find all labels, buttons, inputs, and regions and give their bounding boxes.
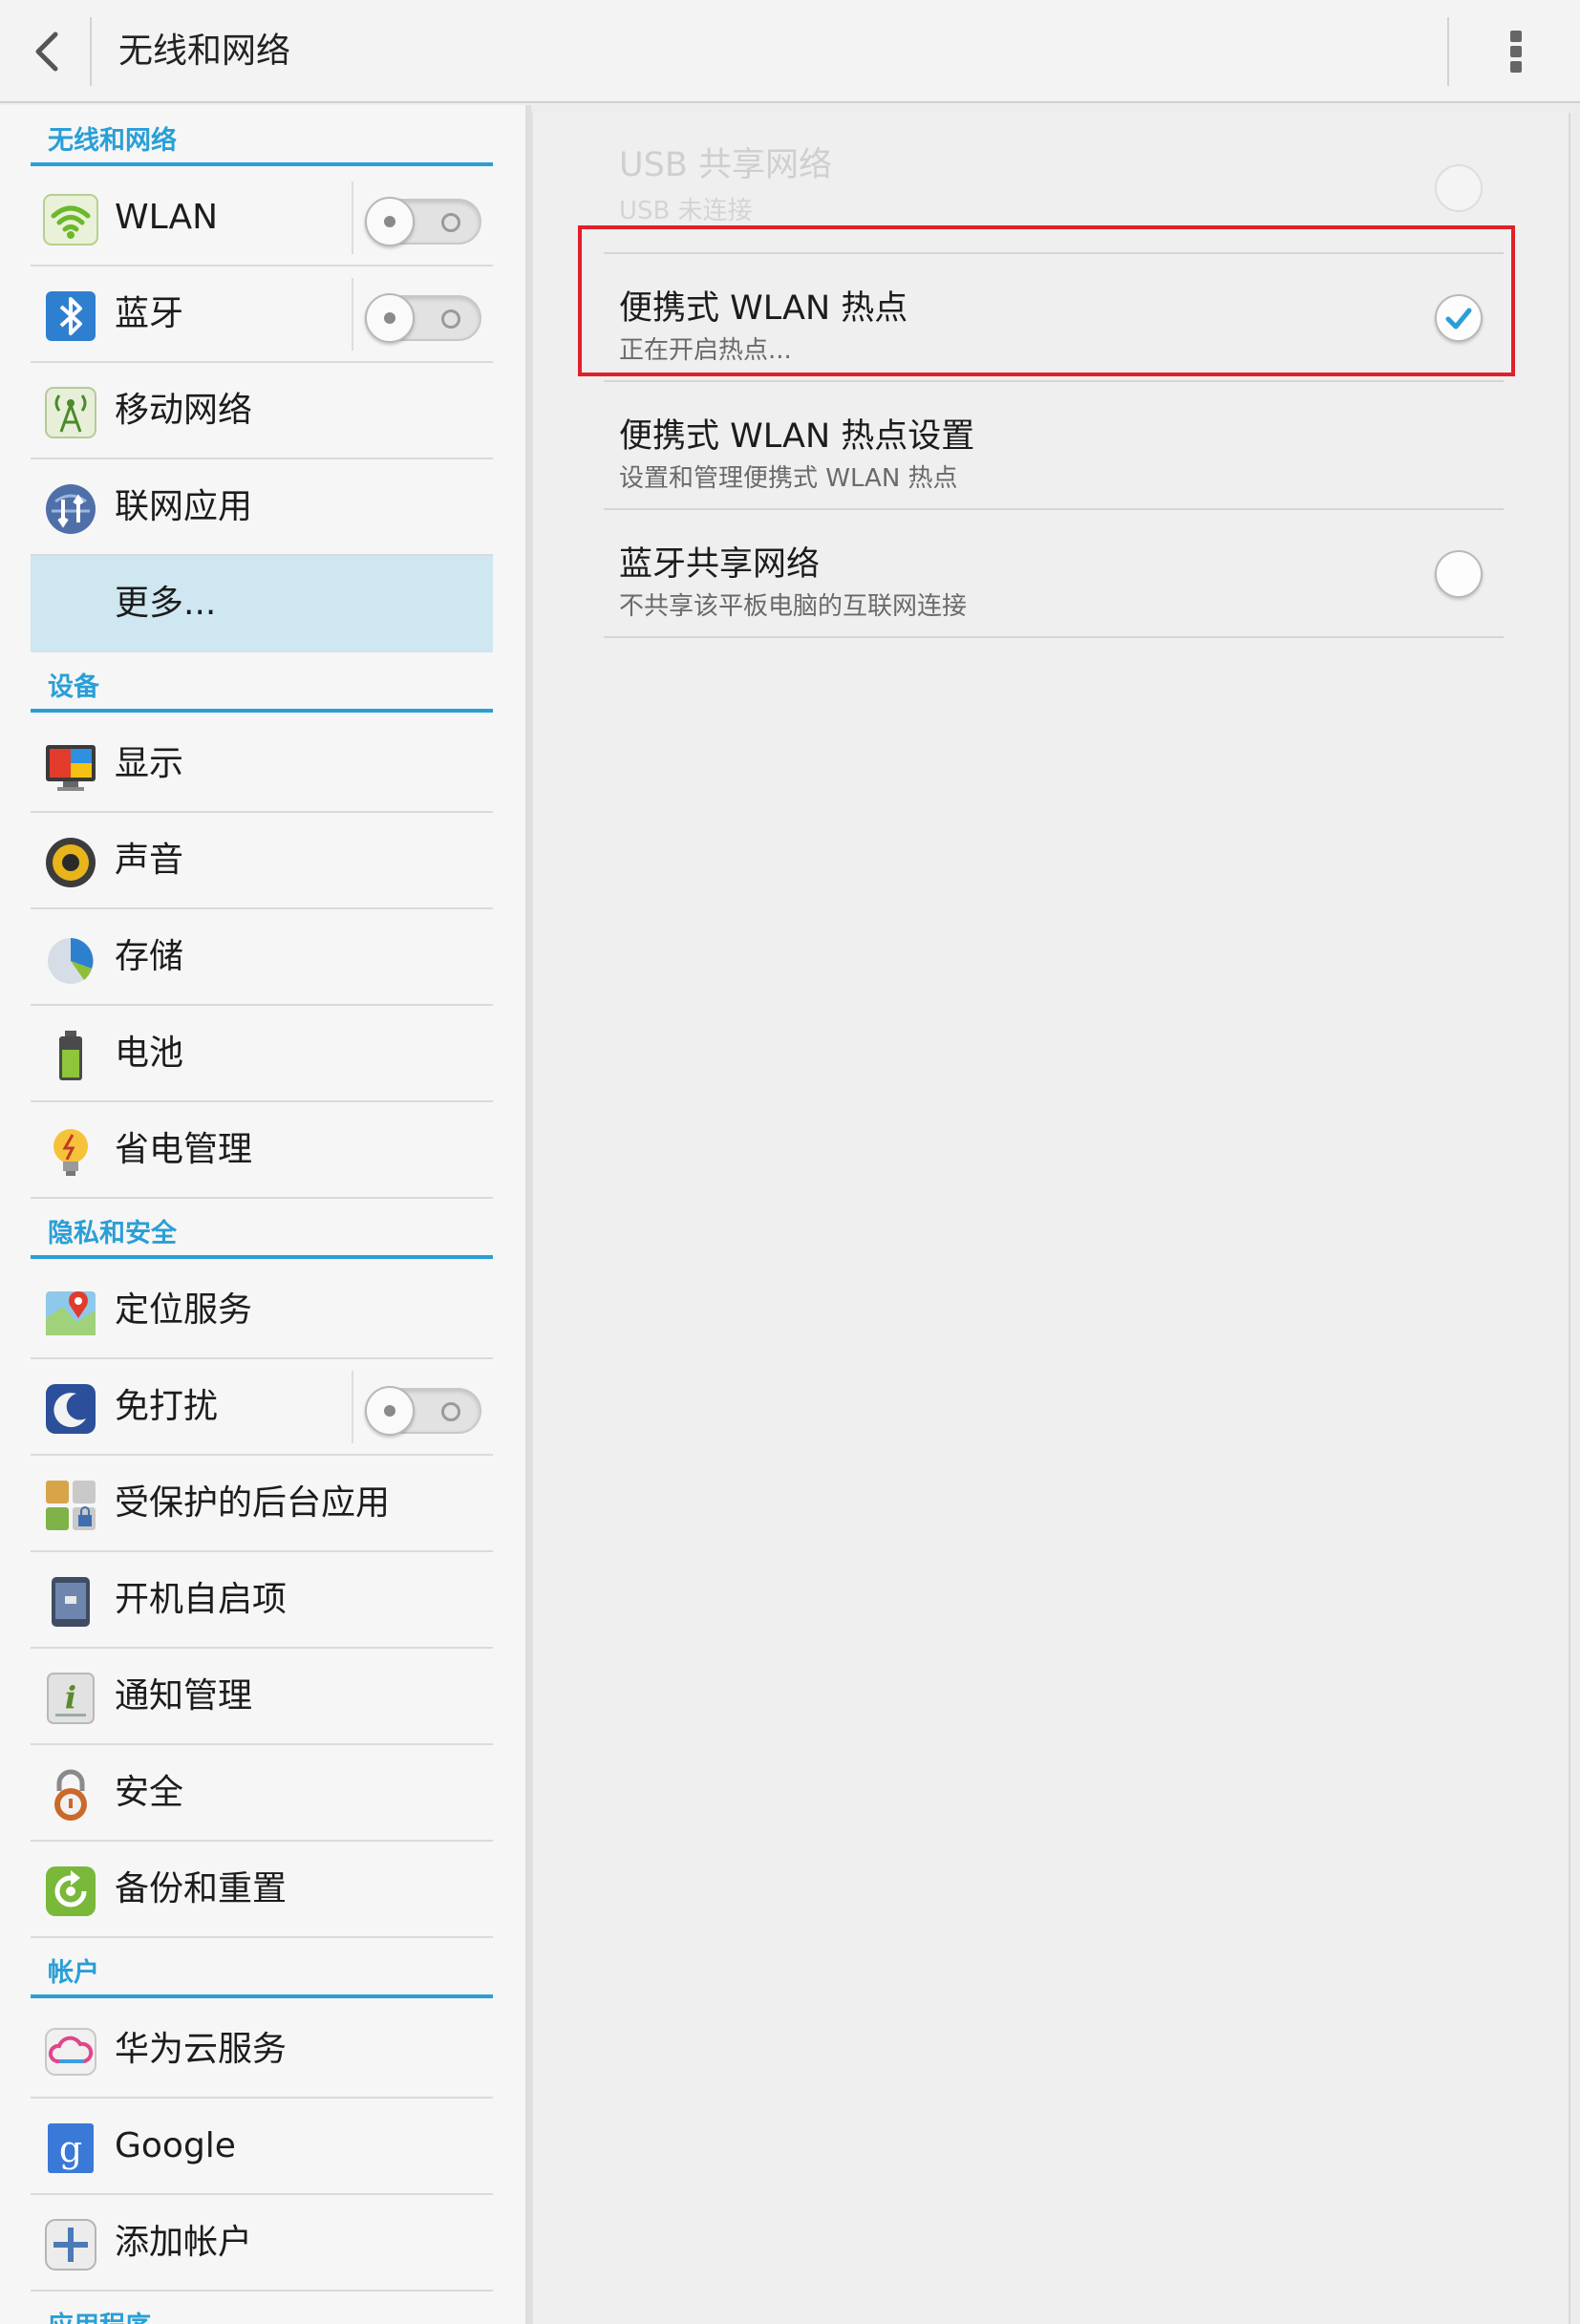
sidebar-item-notifications[interactable]: i 通知管理 bbox=[31, 1649, 493, 1745]
location-icon bbox=[46, 1291, 96, 1335]
chevron-left-icon bbox=[35, 32, 58, 72]
section-header-label: 应用程序 bbox=[48, 2305, 151, 2324]
row-separator bbox=[352, 1371, 353, 1443]
protected-apps-icon bbox=[46, 1481, 96, 1530]
sidebar-item-label: 存储 bbox=[115, 937, 184, 976]
sidebar-item-label: 开机自启项 bbox=[115, 1580, 288, 1619]
section-header-label: 隐私和安全 bbox=[48, 1219, 177, 1248]
sidebar-item-label: 备份和重置 bbox=[115, 1869, 288, 1908]
sidebar-item-backup-reset[interactable]: 备份和重置 bbox=[31, 1842, 493, 1938]
bluetooth-toggle[interactable] bbox=[365, 293, 481, 343]
details-pane: USB 共享网络 USB 未连接 便携式 WLAN 热点 正在开启热点... 便… bbox=[531, 105, 1580, 2324]
back-button[interactable] bbox=[21, 25, 78, 78]
section-header-label: 帐户 bbox=[48, 1958, 99, 1988]
page-title: 无线和网络 bbox=[118, 32, 291, 71]
sidebar-item-label: 免打扰 bbox=[115, 1387, 219, 1426]
section-header-applications: 应用程序 bbox=[31, 2291, 493, 2324]
sidebar-item-add-account[interactable]: 添加帐户 bbox=[31, 2195, 493, 2292]
backup-reset-icon bbox=[46, 1866, 96, 1916]
sidebar-item-label: 蓝牙 bbox=[115, 294, 184, 333]
usb-tethering-checkbox bbox=[1435, 164, 1483, 212]
section-header-label: 设备 bbox=[48, 672, 99, 702]
mobile-network-icon bbox=[45, 387, 96, 438]
sidebar-item-power-saving[interactable]: 省电管理 bbox=[31, 1102, 493, 1199]
sidebar-item-label: 更多... bbox=[115, 584, 217, 623]
pref-bluetooth-tethering[interactable]: 蓝牙共享网络 不共享该平板电脑的互联网连接 bbox=[604, 510, 1504, 638]
wifi-icon bbox=[43, 194, 98, 245]
row-separator bbox=[352, 181, 353, 254]
pref-summary: USB 未连接 bbox=[619, 197, 753, 225]
pref-hotspot-settings[interactable]: 便携式 WLAN 热点设置 设置和管理便携式 WLAN 热点 bbox=[604, 382, 1504, 510]
add-icon bbox=[45, 2219, 96, 2271]
power-saving-bulb-icon bbox=[53, 1129, 88, 1176]
section-header-label: 无线和网络 bbox=[48, 126, 177, 156]
bluetooth-tethering-checkbox[interactable] bbox=[1435, 550, 1483, 598]
sidebar-item-sound[interactable]: 声音 bbox=[31, 813, 493, 909]
sidebar-item-label: 通知管理 bbox=[115, 1676, 253, 1716]
storage-pie-icon bbox=[48, 938, 94, 984]
sidebar-item-label: 电池 bbox=[115, 1034, 184, 1073]
sidebar-item-display[interactable]: 显示 bbox=[31, 716, 493, 813]
highlight-annotation-box bbox=[578, 225, 1515, 376]
preference-list: USB 共享网络 USB 未连接 便携式 WLAN 热点 正在开启热点... 便… bbox=[531, 113, 1570, 2324]
row-separator bbox=[352, 278, 353, 351]
do-not-disturb-toggle[interactable] bbox=[365, 1386, 481, 1436]
sidebar-item-label: 移动网络 bbox=[115, 391, 253, 430]
sidebar-item-battery[interactable]: 电池 bbox=[31, 1006, 493, 1102]
svg-text:i: i bbox=[65, 1679, 76, 1716]
google-icon: g bbox=[48, 2123, 94, 2173]
action-bar: 无线和网络 bbox=[0, 0, 1580, 103]
pref-summary: 设置和管理便携式 WLAN 热点 bbox=[619, 464, 958, 493]
bluetooth-icon bbox=[46, 291, 96, 341]
wlan-toggle[interactable] bbox=[365, 197, 481, 246]
pref-summary: 不共享该平板电脑的互联网连接 bbox=[619, 592, 968, 621]
sidebar-item-label: 显示 bbox=[115, 744, 184, 783]
section-header-wireless: 无线和网络 bbox=[31, 105, 493, 166]
sidebar-item-startup-apps[interactable]: 开机自启项 bbox=[31, 1552, 493, 1649]
sidebar-item-protected-apps[interactable]: 受保护的后台应用 bbox=[31, 1456, 493, 1552]
lock-icon bbox=[54, 1769, 87, 1821]
pref-title: 便携式 WLAN 热点设置 bbox=[619, 417, 975, 456]
overflow-menu-button[interactable] bbox=[1492, 21, 1540, 82]
settings-sidebar: 无线和网络 WLAN 蓝牙 移动网络 联网应用 更多... 设备 显示 声音 存… bbox=[0, 105, 525, 2324]
sidebar-item-more[interactable]: 更多... bbox=[31, 556, 493, 652]
section-header-accounts: 帐户 bbox=[31, 1937, 493, 1998]
moon-icon bbox=[46, 1384, 96, 1434]
pref-title: 蓝牙共享网络 bbox=[619, 545, 821, 584]
sidebar-item-do-not-disturb[interactable]: 免打扰 bbox=[31, 1359, 493, 1456]
sidebar-item-huawei-cloud[interactable]: 华为云服务 bbox=[31, 2002, 493, 2099]
sidebar-item-wlan[interactable]: WLAN bbox=[31, 170, 493, 267]
notification-info-icon: i bbox=[47, 1673, 95, 1724]
sidebar-item-label: Google bbox=[115, 2126, 236, 2165]
pref-title: USB 共享网络 bbox=[619, 146, 832, 184]
action-bar-divider bbox=[1447, 17, 1449, 86]
network-apps-icon bbox=[46, 484, 96, 534]
sidebar-item-google[interactable]: g Google bbox=[31, 2099, 493, 2195]
sidebar-item-label: 安全 bbox=[115, 1773, 184, 1812]
cloud-icon bbox=[45, 2028, 96, 2076]
sidebar-item-label: WLAN bbox=[115, 198, 219, 237]
sidebar-item-security[interactable]: 安全 bbox=[31, 1745, 493, 1842]
action-bar-divider bbox=[90, 17, 92, 86]
sidebar-item-label: 声音 bbox=[115, 841, 184, 880]
sidebar-item-location[interactable]: 定位服务 bbox=[31, 1263, 493, 1359]
sidebar-item-mobile-network[interactable]: 移动网络 bbox=[31, 363, 493, 459]
sidebar-item-bluetooth[interactable]: 蓝牙 bbox=[31, 267, 493, 363]
battery-icon bbox=[59, 1031, 82, 1080]
section-header-device: 设备 bbox=[31, 651, 493, 713]
sidebar-item-storage[interactable]: 存储 bbox=[31, 909, 493, 1006]
sidebar-item-label: 省电管理 bbox=[115, 1130, 253, 1169]
svg-text:g: g bbox=[59, 2128, 82, 2170]
sidebar-item-network-apps[interactable]: 联网应用 bbox=[31, 459, 493, 556]
speaker-icon bbox=[46, 838, 96, 887]
startup-apps-icon bbox=[52, 1577, 90, 1627]
sidebar-item-label: 华为云服务 bbox=[115, 2030, 288, 2069]
sidebar-item-label: 受保护的后台应用 bbox=[115, 1483, 391, 1523]
sidebar-item-label: 联网应用 bbox=[115, 487, 253, 526]
sidebar-item-label: 添加帐户 bbox=[115, 2223, 253, 2262]
section-header-privacy: 隐私和安全 bbox=[31, 1198, 493, 1259]
display-icon bbox=[46, 745, 96, 791]
sidebar-item-label: 定位服务 bbox=[115, 1290, 253, 1330]
